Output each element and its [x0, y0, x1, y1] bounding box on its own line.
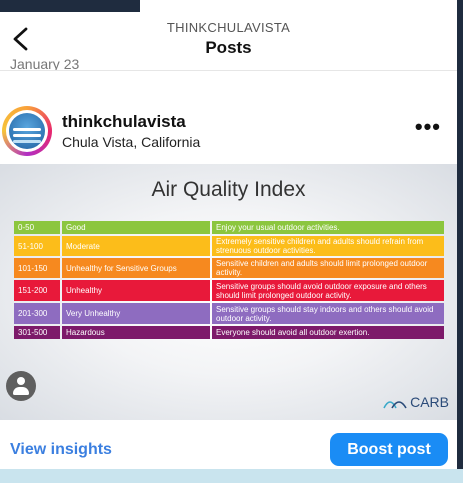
- aqi-range: 51-100: [14, 236, 60, 256]
- aqi-title: Air Quality Index: [151, 178, 306, 201]
- carb-logo: CARB: [383, 394, 449, 410]
- aqi-row: 101-150 Unhealthy for Sensitive Groups Sen…: [14, 258, 444, 278]
- view-insights-link[interactable]: View insights: [10, 441, 112, 459]
- aqi-message: Enjoy your usual outdoor activities.: [212, 221, 444, 234]
- status-bar-strip: [0, 0, 140, 12]
- post-location[interactable]: Chula Vista, California: [62, 134, 200, 150]
- city-logo-icon: [9, 113, 45, 149]
- more-options-icon[interactable]: •••: [415, 116, 441, 138]
- avatar[interactable]: [2, 106, 52, 156]
- aqi-range: 101-150: [14, 258, 60, 278]
- aqi-category: Hazardous: [62, 326, 210, 339]
- aqi-category: Moderate: [62, 236, 210, 256]
- post-header: thinkchulavista Chula Vista, California …: [0, 100, 457, 160]
- aqi-range: 301-500: [14, 326, 60, 339]
- aqi-range: 0-50: [14, 221, 60, 234]
- carb-logo-text: CARB: [410, 394, 449, 410]
- aqi-table: 0-50 Good Enjoy your usual outdoor activit…: [14, 221, 444, 341]
- aqi-row: 51-100 Moderate Extremely sensitive childr…: [14, 236, 444, 256]
- bottom-strip: [0, 469, 463, 483]
- post-username[interactable]: thinkchulavista: [62, 112, 186, 132]
- tagged-users-icon[interactable]: [6, 371, 36, 401]
- aqi-message: Everyone should avoid all outdoor exerti…: [212, 326, 444, 339]
- aqi-message: Sensitive groups should stay indoors and…: [212, 303, 444, 324]
- aqi-message: Sensitive children and adults should lim…: [212, 258, 444, 278]
- account-name: THINKCHULAVISTA: [166, 20, 291, 35]
- aqi-message: Extremely sensitive children and adults …: [212, 236, 444, 256]
- aqi-message: Sensitive groups should avoid outdoor ex…: [212, 280, 444, 301]
- aqi-range: 151-200: [14, 280, 60, 301]
- carb-arc-icon: [383, 401, 407, 409]
- divider: [0, 70, 457, 71]
- aqi-row: 201-300 Very Unhealthy Sensitive groups sh…: [14, 303, 444, 324]
- boost-post-button[interactable]: Boost post: [330, 433, 448, 466]
- aqi-range: 201-300: [14, 303, 60, 324]
- aqi-row: 301-500 Hazardous Everyone should avoid al…: [14, 326, 444, 339]
- page-title: Posts: [205, 38, 252, 57]
- aqi-category: Unhealthy for Sensitive Groups: [62, 258, 210, 278]
- post-image[interactable]: Air Quality Index 0-50 Good Enjoy your usu…: [0, 164, 457, 420]
- aqi-category: Very Unhealthy: [62, 303, 210, 324]
- aqi-row: 0-50 Good Enjoy your usual outdoor activit…: [14, 221, 444, 234]
- aqi-category: Unhealthy: [62, 280, 210, 301]
- previous-post-date: January 23: [10, 58, 80, 70]
- top-nav-bar: THINKCHULAVISTA Posts: [0, 12, 457, 62]
- aqi-category: Good: [62, 221, 210, 234]
- aqi-row: 151-200 Unhealthy Sensitive groups should …: [14, 280, 444, 301]
- post-footer: View insights Boost post: [0, 420, 457, 469]
- window-edge: [457, 0, 463, 483]
